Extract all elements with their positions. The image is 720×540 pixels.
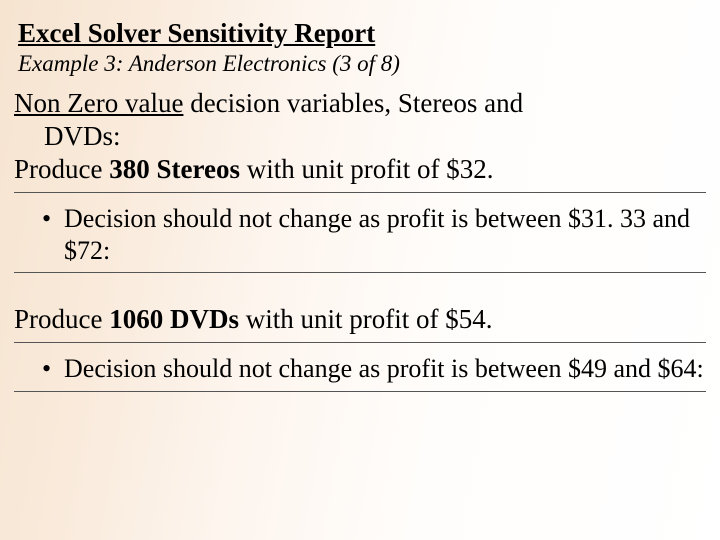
divider-1 bbox=[14, 192, 706, 193]
stereo-bold: 380 Stereos bbox=[109, 154, 246, 184]
slide: Excel Solver Sensitivity Report Example … bbox=[0, 0, 720, 540]
stereo-bullet-row: • Decision should not change as profit i… bbox=[42, 203, 706, 266]
slide-subtitle: Example 3: Anderson Electronics (3 of 8) bbox=[18, 51, 706, 77]
bullet-icon: • bbox=[42, 353, 64, 385]
divider-4 bbox=[14, 391, 706, 392]
dvd-bullet-text: Decision should not change as profit is … bbox=[64, 353, 706, 385]
spacer bbox=[14, 283, 706, 303]
stereo-a: Produce bbox=[14, 154, 109, 184]
stereo-line: Produce 380 Stereos with unit profit of … bbox=[14, 153, 706, 186]
nonzero-underline: Non Zero value bbox=[14, 88, 183, 118]
dvd-c: with unit profit of $54. bbox=[246, 304, 493, 334]
intro-line-1: Non Zero value decision variables, Stere… bbox=[14, 87, 706, 120]
dvd-bullet-row: • Decision should not change as profit i… bbox=[42, 353, 706, 385]
bullet-icon: • bbox=[42, 203, 64, 266]
slide-title: Excel Solver Sensitivity Report bbox=[18, 18, 706, 49]
divider-3 bbox=[14, 342, 706, 343]
stereo-c: with unit profit of $32. bbox=[247, 154, 494, 184]
dvd-bold: 1060 DVDs bbox=[109, 304, 246, 334]
divider-2 bbox=[14, 272, 706, 273]
intro-rest: decision variables, Stereos and bbox=[183, 88, 523, 118]
stereo-bullet-text: Decision should not change as profit is … bbox=[64, 203, 706, 266]
dvd-line: Produce 1060 DVDs with unit profit of $5… bbox=[14, 303, 706, 336]
intro-line-2: DVDs: bbox=[44, 120, 706, 153]
dvd-a: Produce bbox=[14, 304, 109, 334]
